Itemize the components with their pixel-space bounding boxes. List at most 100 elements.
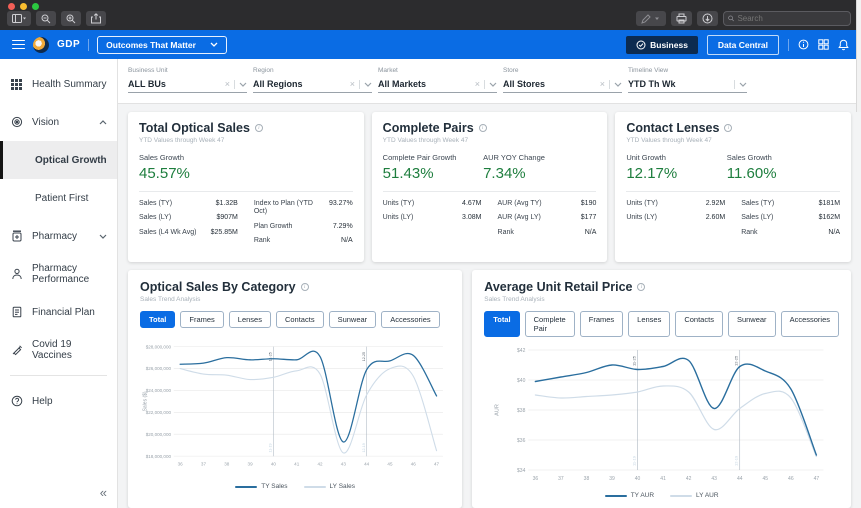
svg-text:$22,000,000: $22,000,000	[146, 410, 172, 415]
tab-contacts[interactable]: Contacts	[675, 311, 723, 337]
legend-swatch	[670, 495, 692, 497]
card-title: Contact Lenses	[626, 121, 719, 135]
detail-value: 3.08M	[462, 214, 481, 222]
tab-complete-pair[interactable]: Complete Pair	[525, 311, 575, 337]
sidebar-item-pharmacy[interactable]: Pharmacy	[0, 217, 117, 255]
chevron-down-icon[interactable]	[489, 82, 497, 87]
svg-text:45: 45	[387, 461, 393, 466]
filter-select-timeline-view[interactable]: YTD Th Wk	[628, 79, 747, 93]
chevron-up-icon[interactable]	[99, 117, 107, 128]
filter-select-region[interactable]: All Regions×	[253, 79, 372, 93]
browser-search-field[interactable]	[723, 11, 851, 26]
svg-text:42: 42	[686, 476, 692, 482]
nav-button-label: Data Central	[718, 40, 768, 50]
sidebar-item-optical-growth[interactable]: Optical Growth	[0, 141, 117, 179]
detail-row: Plan Growth 7.29%	[254, 223, 353, 231]
sidebar-item-label: Help	[32, 396, 107, 407]
svg-text:Sales ($): Sales ($)	[142, 391, 148, 411]
maximize-button[interactable]	[32, 3, 39, 10]
tab-total[interactable]: Total	[140, 311, 175, 328]
kpi-card-complete-pairs: Complete PairsiYTD Values through Week 4…	[372, 112, 608, 262]
info-icon[interactable]	[798, 39, 809, 50]
detail-label: AUR (Avg TY)	[498, 200, 542, 208]
clear-icon[interactable]: ×	[350, 80, 355, 89]
info-icon[interactable]: i	[479, 124, 487, 132]
chevron-down-icon[interactable]	[739, 82, 747, 87]
chart-title: Optical Sales By Category	[140, 280, 296, 294]
detail-label: Sales (TY)	[139, 200, 172, 208]
detail-label: Plan Growth	[254, 223, 293, 231]
filter-select-business-unit[interactable]: ALL BUs×	[128, 79, 247, 93]
sidebar-item-patient-first[interactable]: Patient First	[0, 179, 117, 217]
zoom-out-button[interactable]	[36, 11, 56, 26]
info-icon[interactable]: i	[301, 283, 309, 291]
tab-lenses[interactable]: Lenses	[229, 311, 271, 328]
search-input[interactable]	[737, 14, 846, 23]
filter-select-market[interactable]: All Markets×	[378, 79, 497, 93]
clear-icon[interactable]: ×	[600, 80, 605, 89]
svg-text:39: 39	[248, 461, 254, 466]
detail-value: $181M	[819, 200, 840, 208]
info-icon[interactable]: i	[637, 283, 645, 291]
detail-column: Index to Plan (YTD Oct)93.27%Plan Growth…	[254, 200, 353, 252]
clear-icon[interactable]: ×	[475, 80, 480, 89]
metric: Unit Growth12.17%	[626, 153, 726, 182]
filter-value: All Regions	[253, 79, 350, 89]
sidebar-item-financial-plan[interactable]: Financial Plan	[0, 293, 117, 331]
bell-icon[interactable]	[838, 39, 849, 51]
chevron-down-icon[interactable]	[364, 82, 372, 87]
scrollbar[interactable]	[856, 0, 861, 112]
download-button[interactable]	[697, 11, 718, 26]
metric: AUR YOY Change7.34%	[483, 153, 583, 182]
nav-button-data-central[interactable]: Data Central	[707, 35, 779, 55]
detail-value: 7.29%	[333, 223, 353, 231]
tab-contacts[interactable]: Contacts	[276, 311, 324, 328]
edit-button[interactable]	[636, 11, 666, 26]
workspace-dropdown[interactable]: Outcomes That Matter	[97, 36, 227, 54]
info-icon[interactable]: i	[724, 124, 732, 132]
share-button[interactable]	[86, 11, 106, 26]
chevron-down-icon[interactable]	[614, 82, 622, 87]
tab-accessories[interactable]: Accessories	[781, 311, 839, 337]
tab-total[interactable]: Total	[484, 311, 519, 337]
minimize-button[interactable]	[20, 3, 27, 10]
tab-sunwear[interactable]: Sunwear	[728, 311, 776, 337]
apps-grid-icon[interactable]	[818, 39, 829, 50]
tab-frames[interactable]: Frames	[580, 311, 623, 337]
chevron-down-icon[interactable]	[239, 82, 247, 87]
sidebar-item-pharmacy-performance[interactable]: Pharmacy Performance	[0, 255, 117, 293]
tab-sunwear[interactable]: Sunwear	[329, 311, 377, 328]
detail-value: $177	[581, 214, 597, 222]
metric: Sales Growth11.60%	[727, 153, 827, 182]
sidebar-item-health-summary[interactable]: Health Summary	[0, 65, 117, 103]
tab-lenses[interactable]: Lenses	[628, 311, 670, 337]
svg-text:41: 41	[294, 461, 300, 466]
svg-text:41: 41	[661, 476, 667, 482]
info-icon[interactable]: i	[255, 124, 263, 132]
tab-frames[interactable]: Frames	[180, 311, 223, 328]
zoom-in-button[interactable]	[61, 11, 81, 26]
detail-columns: Sales (TY)$1.32BSales (LY)$907MSales (L4…	[139, 200, 353, 252]
tab-accessories[interactable]: Accessories	[381, 311, 439, 328]
sidebar-item-help[interactable]: Help	[0, 382, 117, 420]
sidebar-item-covid-19-vaccines[interactable]: Covid 19 Vaccines	[0, 331, 117, 369]
filter-select-store[interactable]: All Stores×	[503, 79, 622, 93]
menu-icon[interactable]	[12, 40, 25, 50]
search-icon	[728, 15, 734, 22]
nav-button-business[interactable]: Business	[626, 36, 698, 54]
svg-text:11-19: 11-19	[269, 443, 273, 452]
chevron-down-icon[interactable]	[99, 231, 107, 242]
sidebar-item-label: Vision	[32, 117, 90, 128]
sidebar-item-vision[interactable]: Vision	[0, 103, 117, 141]
detail-row: Sales (TY)$181M	[741, 200, 840, 208]
svg-text:47: 47	[814, 476, 820, 482]
clear-icon[interactable]: ×	[225, 80, 230, 89]
close-button[interactable]	[8, 3, 15, 10]
detail-column: AUR (Avg TY)$190AUR (Avg LY)$177RankN/A	[498, 200, 597, 243]
filter-divider	[609, 80, 610, 89]
print-button[interactable]	[671, 11, 692, 26]
svg-text:11-25: 11-25	[269, 352, 273, 361]
chart-title: Average Unit Retail Price	[484, 280, 632, 294]
sidebar-toggle-button[interactable]	[7, 11, 31, 26]
sidebar-collapse-button[interactable]: «	[100, 485, 105, 500]
